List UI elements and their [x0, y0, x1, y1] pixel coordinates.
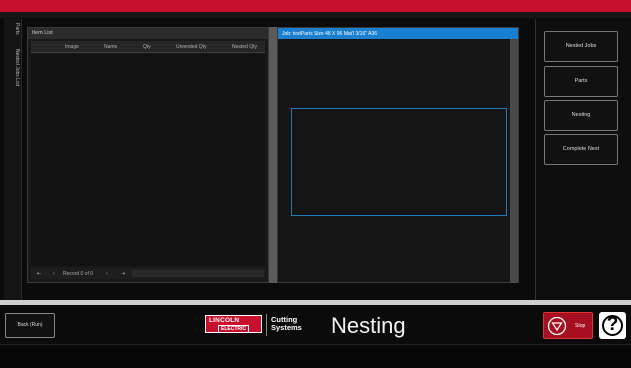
- last-record-button[interactable]: ⇥: [121, 271, 125, 277]
- nesting-button[interactable]: Nesting: [544, 100, 618, 131]
- prev-record-button[interactable]: ‹: [53, 271, 55, 277]
- sheet-outline[interactable]: [291, 108, 507, 216]
- column-header-nested-qty[interactable]: Nested Qty: [232, 44, 257, 50]
- column-header-name[interactable]: Name: [104, 44, 117, 50]
- help-icon: ?: [606, 314, 619, 335]
- lincoln-electric-logo: LINCOLN ELECTRIC: [205, 315, 262, 333]
- parts-button[interactable]: Parts: [544, 66, 618, 97]
- item-list-title: Item List: [28, 28, 268, 39]
- item-grid-body[interactable]: [31, 54, 265, 266]
- panel-splitter[interactable]: [269, 27, 277, 283]
- nest-view-panel: Job: testParts Size 48 X 96 Mat'l 3/16" …: [277, 27, 519, 283]
- top-divider: [0, 12, 631, 18]
- logo-separator: [266, 314, 267, 336]
- footer-bar: Back (Run) LINCOLN ELECTRIC Cutting Syst…: [0, 305, 631, 345]
- record-counter: Record 0 of 0: [63, 271, 94, 277]
- left-tab-strip: Parts Nested Jobs List: [4, 19, 22, 300]
- tab-nested-jobs-list[interactable]: Nested Jobs List: [6, 49, 20, 86]
- cutting-systems-brand: Cutting Systems: [271, 316, 302, 332]
- item-grid-header: Image Name Qty Unnested Qty Nested Qty: [31, 41, 265, 53]
- nest-view-scrollbar[interactable]: [510, 39, 518, 283]
- brand-line-systems: Systems: [271, 323, 302, 332]
- app-frame: Parts Nested Jobs List Item List Image N…: [0, 0, 631, 368]
- item-list-panel: Item List Image Name Qty Unnested Qty Ne…: [27, 27, 269, 283]
- page-title: Nesting: [331, 313, 406, 338]
- bottom-bezel: [0, 346, 631, 368]
- side-button-panel: Nested Jobs Parts Nesting Complete Nest: [535, 19, 631, 300]
- column-header-qty[interactable]: Qty: [143, 44, 151, 50]
- stop-button[interactable]: Stop: [543, 312, 593, 339]
- stop-label: Stop: [575, 323, 586, 329]
- select-all-column[interactable]: [39, 44, 45, 50]
- help-button[interactable]: ?: [599, 312, 626, 339]
- pager-scroll-track[interactable]: [132, 270, 264, 277]
- nest-job-title: Job: testParts Size 48 X 96 Mat'l 3/16" …: [278, 28, 518, 39]
- column-header-unnested-qty[interactable]: Unnested Qty: [176, 44, 207, 50]
- column-header-image[interactable]: Image: [65, 44, 79, 50]
- logo-text-electric: ELECTRIC: [218, 325, 249, 333]
- logo-text-lincoln: LINCOLN: [209, 317, 240, 324]
- tab-parts[interactable]: Parts: [6, 23, 20, 35]
- complete-nest-button[interactable]: Complete Nest: [544, 134, 618, 165]
- nested-jobs-button[interactable]: Nested Jobs: [544, 31, 618, 62]
- stop-icon: [547, 316, 567, 336]
- record-pager: ⇤ ‹ Record 0 of 0 › ⇥: [31, 268, 265, 279]
- top-accent-bar: [0, 0, 631, 12]
- next-record-button[interactable]: ›: [106, 271, 108, 277]
- back-button[interactable]: Back (Run): [5, 313, 55, 338]
- first-record-button[interactable]: ⇤: [37, 271, 41, 277]
